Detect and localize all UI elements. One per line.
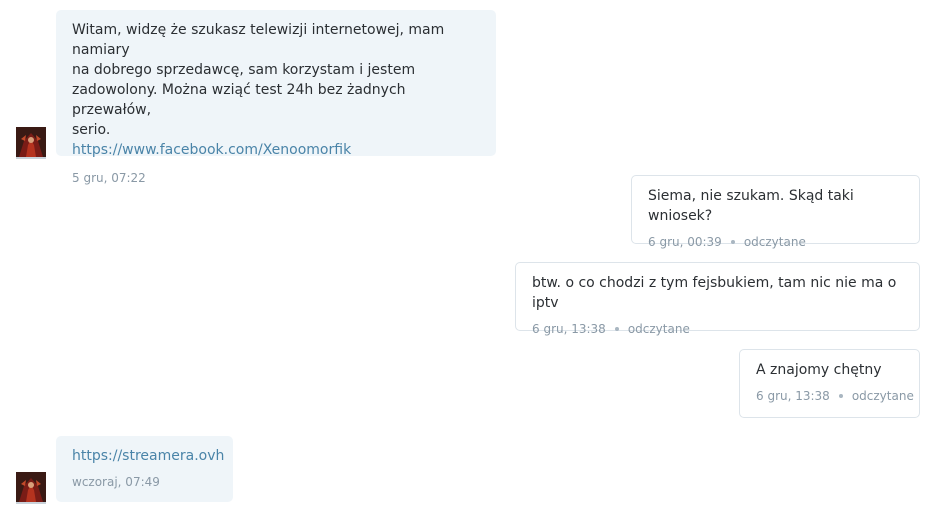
message-text: A znajomy chętny: [756, 362, 882, 378]
message-time: 5 gru, 07:22: [72, 171, 146, 185]
avatar-image: [16, 472, 46, 502]
message-text: Witam, widzę że szukasz telewizji intern…: [72, 22, 445, 138]
message-time: 6 gru, 00:39: [648, 235, 722, 249]
message-meta: 6 gru, 13:38 odczytane: [532, 321, 903, 337]
message-link[interactable]: https://streamera.ovh: [72, 446, 224, 466]
message-time: wczoraj, 07:49: [72, 475, 160, 489]
separator-dot: [614, 326, 619, 331]
message-outgoing: Siema, nie szukam. Skąd taki wniosek? 6 …: [631, 175, 920, 249]
message-outgoing: A znajomy chętny 6 gru, 13:38 odczytane: [739, 349, 920, 418]
sender-avatar[interactable]: [16, 472, 46, 504]
separator-dot: [838, 393, 843, 398]
message-meta: 5 gru, 07:22: [72, 170, 480, 186]
message-time: 6 gru, 13:38: [756, 389, 830, 403]
message-text: btw. o co chodzi z tym fejsbukiem, tam n…: [532, 275, 897, 311]
message-text: Siema, nie szukam. Skąd taki wniosek?: [648, 188, 854, 224]
message-meta: wczoraj, 07:49: [72, 474, 217, 490]
read-status: odczytane: [627, 322, 690, 336]
sender-avatar[interactable]: [16, 127, 46, 159]
read-status: odczytane: [851, 389, 914, 403]
avatar-image: [16, 127, 46, 157]
read-status: odczytane: [743, 235, 806, 249]
message-incoming: https://streamera.ovh wczoraj, 07:49: [56, 436, 233, 502]
message-meta: 6 gru, 00:39 odczytane: [648, 234, 903, 250]
separator-dot: [730, 239, 735, 244]
message-outgoing: btw. o co chodzi z tym fejsbukiem, tam n…: [515, 262, 920, 336]
message-time: 6 gru, 13:38: [532, 322, 606, 336]
conversation-thread: Witam, widzę że szukasz telewizji intern…: [0, 0, 935, 519]
message-incoming: Witam, widzę że szukasz telewizji intern…: [56, 10, 496, 185]
message-meta: 6 gru, 13:38 odczytane: [756, 388, 914, 404]
message-link[interactable]: https://www.facebook.com/Xenoomorfik: [72, 140, 480, 160]
